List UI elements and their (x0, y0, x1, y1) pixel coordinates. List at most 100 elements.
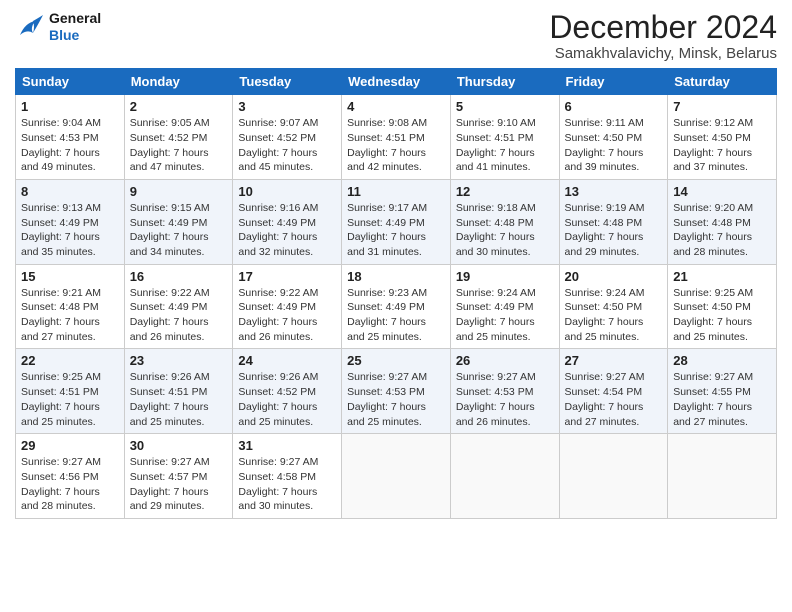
day-number: 24 (238, 353, 336, 368)
calendar-cell: 19Sunrise: 9:24 AMSunset: 4:49 PMDayligh… (450, 264, 559, 349)
day-detail: Sunrise: 9:10 AMSunset: 4:51 PMDaylight:… (456, 116, 554, 175)
daylight-text: Daylight: 7 hours and 26 minutes. (130, 315, 228, 344)
sunrise-text: Sunrise: 9:18 AM (456, 201, 554, 216)
day-number: 3 (238, 99, 336, 114)
calendar-cell: 26Sunrise: 9:27 AMSunset: 4:53 PMDayligh… (450, 349, 559, 434)
day-number: 26 (456, 353, 554, 368)
calendar-cell: 16 Sunrise: 9:22 AMSunset: 4:49 PMDayligh… (124, 264, 233, 349)
day-detail: Sunrise: 9:22 AMSunset: 4:49 PMDaylight:… (238, 286, 336, 345)
location-subtitle: Samakhvalavichy, Minsk, Belarus (549, 45, 777, 62)
daylight-text: Daylight: 7 hours and 27 minutes. (21, 315, 119, 344)
calendar-cell: 1 Sunrise: 9:04 AMSunset: 4:53 PMDaylight… (16, 95, 125, 180)
daylight-text: Daylight: 7 hours and 25 minutes. (456, 315, 554, 344)
column-header-wednesday: Wednesday (342, 69, 451, 95)
calendar-cell: 6 Sunrise: 9:11 AMSunset: 4:50 PMDaylight… (559, 95, 668, 180)
header: General Blue December 2024 Samakhvalavic… (15, 10, 777, 62)
calendar-cell: 2 Sunrise: 9:05 AMSunset: 4:52 PMDaylight… (124, 95, 233, 180)
daylight-text: Daylight: 7 hours and 47 minutes. (130, 146, 228, 175)
day-number: 1 (21, 99, 119, 114)
month-title: December 2024 (549, 10, 777, 45)
calendar-header-row: SundayMondayTuesdayWednesdayThursdayFrid… (16, 69, 777, 95)
sunrise-text: Sunrise: 9:11 AM (565, 116, 663, 131)
day-detail: Sunrise: 9:25 AMSunset: 4:51 PMDaylight:… (21, 370, 119, 429)
sunset-text: Sunset: 4:48 PM (673, 216, 771, 231)
sunset-text: Sunset: 4:54 PM (565, 385, 663, 400)
sunset-text: Sunset: 4:48 PM (565, 216, 663, 231)
day-number: 4 (347, 99, 445, 114)
day-number: 31 (238, 438, 336, 453)
calendar-cell: 10Sunrise: 9:16 AMSunset: 4:49 PMDayligh… (233, 179, 342, 264)
daylight-text: Daylight: 7 hours and 34 minutes. (130, 230, 228, 259)
sunrise-text: Sunrise: 9:17 AM (347, 201, 445, 216)
daylight-text: Daylight: 7 hours and 30 minutes. (238, 485, 336, 514)
sunrise-text: Sunrise: 9:22 AM (238, 286, 336, 301)
calendar-cell: 30Sunrise: 9:27 AMSunset: 4:57 PMDayligh… (124, 434, 233, 519)
daylight-text: Daylight: 7 hours and 25 minutes. (238, 400, 336, 429)
sunrise-text: Sunrise: 9:27 AM (456, 370, 554, 385)
day-detail: Sunrise: 9:21 AMSunset: 4:48 PMDaylight:… (21, 286, 119, 345)
day-detail: Sunrise: 9:25 AMSunset: 4:50 PMDaylight:… (673, 286, 771, 345)
day-detail: Sunrise: 9:16 AMSunset: 4:49 PMDaylight:… (238, 201, 336, 260)
day-number: 6 (565, 99, 663, 114)
day-number: 20 (565, 269, 663, 284)
calendar-cell: 23Sunrise: 9:26 AMSunset: 4:51 PMDayligh… (124, 349, 233, 434)
daylight-text: Daylight: 7 hours and 28 minutes. (673, 230, 771, 259)
sunrise-text: Sunrise: 9:22 AM (130, 286, 228, 301)
day-number: 2 (130, 99, 228, 114)
day-detail: Sunrise: 9:08 AMSunset: 4:51 PMDaylight:… (347, 116, 445, 175)
sunrise-text: Sunrise: 9:26 AM (238, 370, 336, 385)
sunset-text: Sunset: 4:50 PM (565, 131, 663, 146)
sunrise-text: Sunrise: 9:19 AM (565, 201, 663, 216)
day-number: 14 (673, 184, 771, 199)
day-detail: Sunrise: 9:15 AMSunset: 4:49 PMDaylight:… (130, 201, 228, 260)
daylight-text: Daylight: 7 hours and 26 minutes. (238, 315, 336, 344)
sunrise-text: Sunrise: 9:13 AM (21, 201, 119, 216)
day-number: 16 (130, 269, 228, 284)
day-number: 12 (456, 184, 554, 199)
day-number: 29 (21, 438, 119, 453)
calendar-cell: 25Sunrise: 9:27 AMSunset: 4:53 PMDayligh… (342, 349, 451, 434)
day-detail: Sunrise: 9:05 AMSunset: 4:52 PMDaylight:… (130, 116, 228, 175)
calendar-cell: 3Sunrise: 9:07 AMSunset: 4:52 PMDaylight… (233, 95, 342, 180)
sunset-text: Sunset: 4:48 PM (21, 300, 119, 315)
day-number: 17 (238, 269, 336, 284)
daylight-text: Daylight: 7 hours and 28 minutes. (21, 485, 119, 514)
sunrise-text: Sunrise: 9:08 AM (347, 116, 445, 131)
daylight-text: Daylight: 7 hours and 25 minutes. (130, 400, 228, 429)
sunset-text: Sunset: 4:49 PM (456, 300, 554, 315)
day-number: 11 (347, 184, 445, 199)
calendar-cell: 15Sunrise: 9:21 AMSunset: 4:48 PMDayligh… (16, 264, 125, 349)
day-number: 21 (673, 269, 771, 284)
day-number: 23 (130, 353, 228, 368)
calendar-cell: 5Sunrise: 9:10 AMSunset: 4:51 PMDaylight… (450, 95, 559, 180)
day-detail: Sunrise: 9:27 AMSunset: 4:55 PMDaylight:… (673, 370, 771, 429)
day-detail: Sunrise: 9:22 AMSunset: 4:49 PMDaylight:… (130, 286, 228, 345)
day-detail: Sunrise: 9:12 AMSunset: 4:50 PMDaylight:… (673, 116, 771, 175)
calendar-cell: 14 Sunrise: 9:20 AMSunset: 4:48 PMDayligh… (668, 179, 777, 264)
sunset-text: Sunset: 4:51 PM (456, 131, 554, 146)
calendar-cell: 20Sunrise: 9:24 AMSunset: 4:50 PMDayligh… (559, 264, 668, 349)
calendar-cell: 13Sunrise: 9:19 AMSunset: 4:48 PMDayligh… (559, 179, 668, 264)
calendar-cell: 7Sunrise: 9:12 AMSunset: 4:50 PMDaylight… (668, 95, 777, 180)
sunrise-text: Sunrise: 9:27 AM (673, 370, 771, 385)
sunset-text: Sunset: 4:51 PM (21, 385, 119, 400)
day-detail: Sunrise: 9:11 AMSunset: 4:50 PMDaylight:… (565, 116, 663, 175)
sunset-text: Sunset: 4:49 PM (238, 216, 336, 231)
day-detail: Sunrise: 9:26 AMSunset: 4:52 PMDaylight:… (238, 370, 336, 429)
day-detail: Sunrise: 9:27 AMSunset: 4:57 PMDaylight:… (130, 455, 228, 514)
day-detail: Sunrise: 9:20 AMSunset: 4:48 PMDaylight:… (673, 201, 771, 260)
sunset-text: Sunset: 4:53 PM (456, 385, 554, 400)
day-detail: Sunrise: 9:24 AMSunset: 4:49 PMDaylight:… (456, 286, 554, 345)
sunset-text: Sunset: 4:52 PM (238, 131, 336, 146)
logo-text: General Blue (49, 10, 101, 44)
logo-bird-icon (15, 13, 45, 41)
calendar-week-row: 15Sunrise: 9:21 AMSunset: 4:48 PMDayligh… (16, 264, 777, 349)
day-detail: Sunrise: 9:04 AMSunset: 4:53 PMDaylight:… (21, 116, 119, 175)
calendar-cell: 27Sunrise: 9:27 AMSunset: 4:54 PMDayligh… (559, 349, 668, 434)
day-detail: Sunrise: 9:18 AMSunset: 4:48 PMDaylight:… (456, 201, 554, 260)
sunrise-text: Sunrise: 9:05 AM (130, 116, 228, 131)
day-number: 9 (130, 184, 228, 199)
day-detail: Sunrise: 9:27 AMSunset: 4:53 PMDaylight:… (347, 370, 445, 429)
calendar-week-row: 8Sunrise: 9:13 AMSunset: 4:49 PMDaylight… (16, 179, 777, 264)
sunrise-text: Sunrise: 9:07 AM (238, 116, 336, 131)
